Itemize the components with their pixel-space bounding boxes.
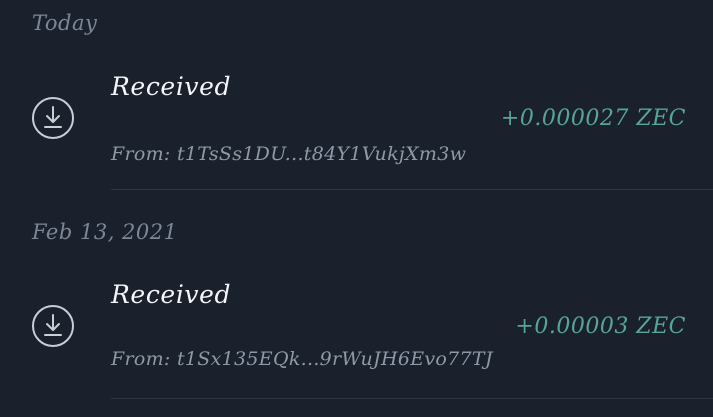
row-divider: [111, 398, 713, 399]
row-divider: [111, 189, 713, 190]
date-header-today: Today: [32, 11, 98, 35]
transaction-from-address: From: t1TsSs1DU...t84Y1VukjXm3w: [111, 143, 467, 165]
transaction-amount: +0.00003 ZEC: [515, 314, 686, 339]
transaction-row[interactable]: Received +0.00003 ZEC From: t1Sx135EQk..…: [0, 270, 713, 390]
transaction-title: Received: [111, 280, 232, 309]
transaction-amount: +0.000027 ZEC: [500, 106, 686, 131]
download-icon: [32, 305, 74, 347]
download-icon: [32, 97, 74, 139]
date-header-feb-13-2021: Feb 13, 2021: [32, 220, 178, 244]
transaction-row[interactable]: Received +0.000027 ZEC From: t1TsSs1DU..…: [0, 62, 713, 182]
transaction-title: Received: [111, 72, 232, 101]
transaction-from-address: From: t1Sx135EQk...9rWuJH6Evo77TJ: [111, 348, 493, 370]
